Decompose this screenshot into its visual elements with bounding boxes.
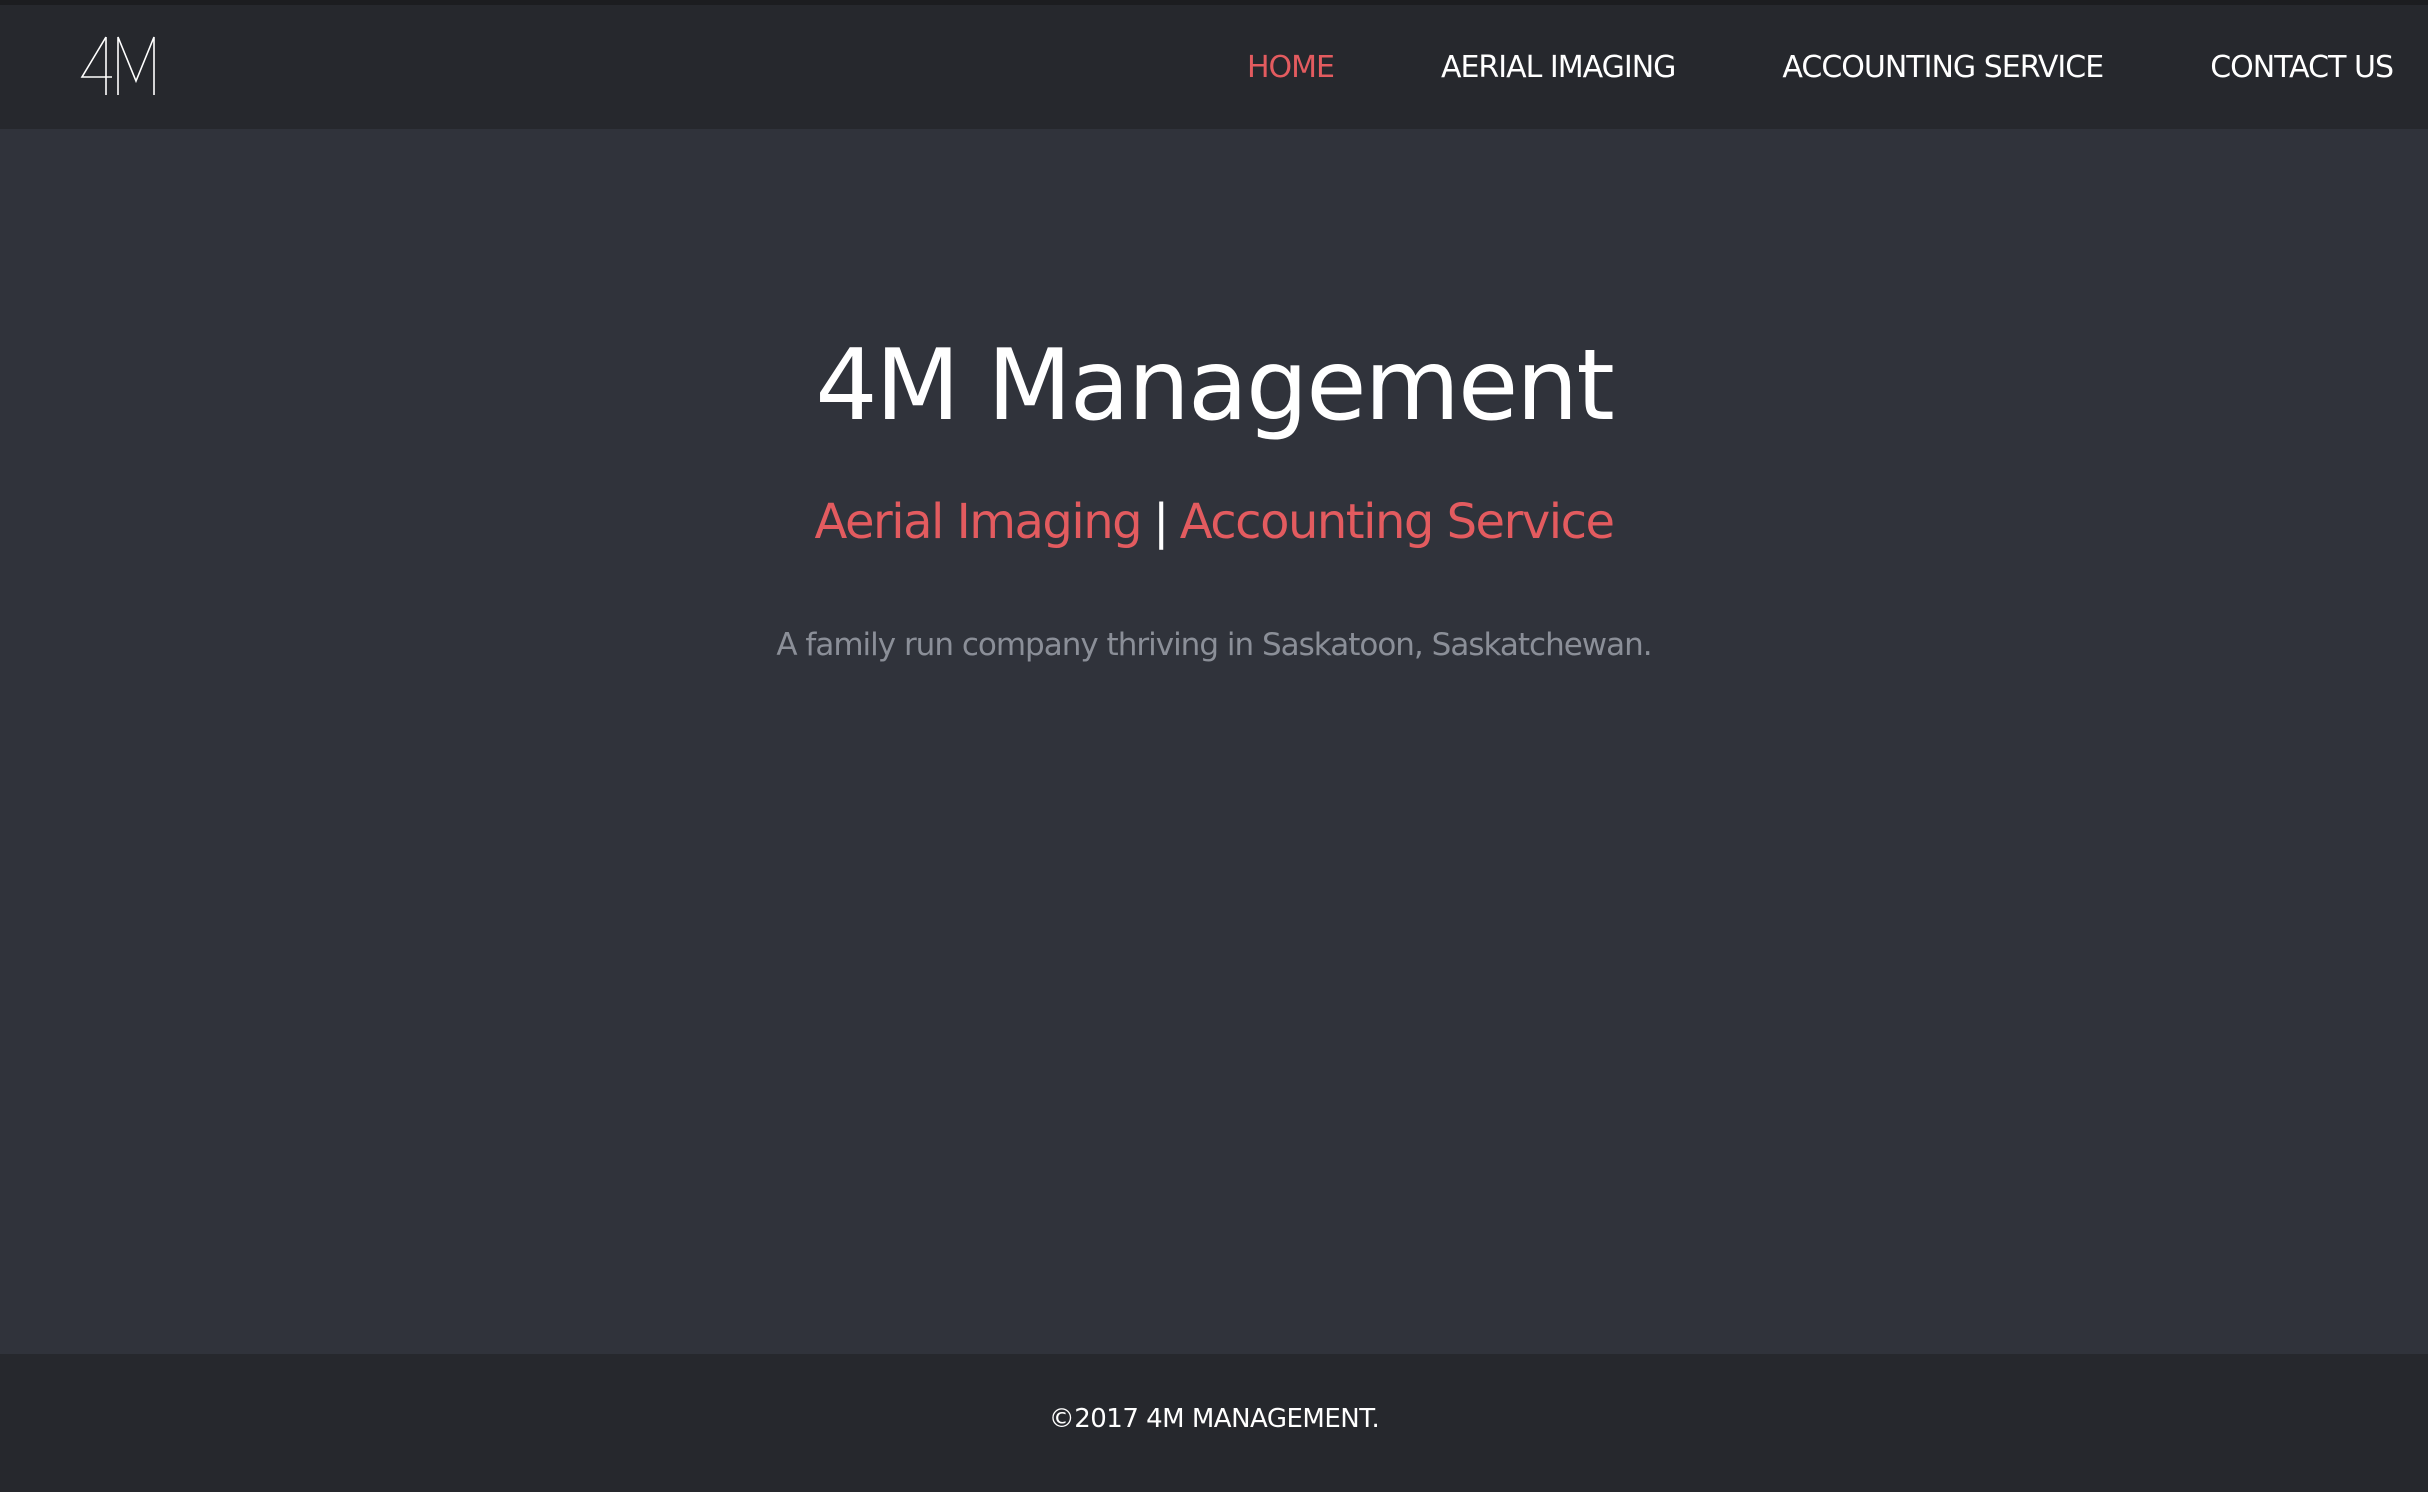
footer: ©2017 4M MANAGEMENT. (0, 1354, 2428, 1492)
page-title: 4M Management (815, 329, 1615, 443)
main-nav: HOME AERIAL IMAGING ACCOUNTING SERVICE C… (1140, 5, 2394, 129)
subtitle-separator: | (1153, 494, 1169, 550)
subtitle-aerial-imaging: Aerial Imaging (814, 494, 1143, 550)
hero-subtitle: Aerial Imaging | Accounting Service (0, 494, 2428, 550)
logo-link[interactable] (80, 35, 158, 99)
nav-accounting-service[interactable]: ACCOUNTING SERVICE (1782, 50, 2104, 85)
navbar: HOME AERIAL IMAGING ACCOUNTING SERVICE C… (0, 5, 2428, 129)
4m-logo-icon (80, 36, 155, 95)
subtitle-accounting-service: Accounting Service (1179, 494, 1615, 550)
nav-home[interactable]: HOME (1247, 50, 1335, 85)
copyright-text: ©2017 4M MANAGEMENT. (1048, 1404, 1380, 1434)
nav-aerial-imaging[interactable]: AERIAL IMAGING (1441, 50, 1676, 85)
nav-contact-us[interactable]: CONTACT US (2210, 50, 2394, 85)
hero-description: A family run company thriving in Saskato… (776, 627, 1652, 663)
hero-section: 4M Management Aerial Imaging | Accounting … (0, 129, 2428, 1354)
